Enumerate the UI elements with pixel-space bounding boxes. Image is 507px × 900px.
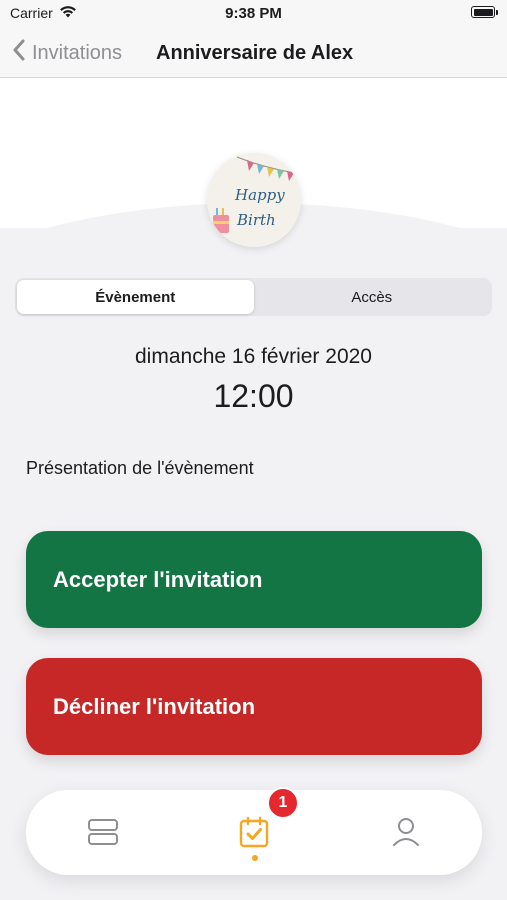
birthday-illustration: Happy Birth [207,153,301,247]
tab-events[interactable] [234,812,274,852]
battery-tip [496,10,498,15]
selected-tab-indicator [252,855,258,861]
back-button[interactable]: Invitations [12,28,122,78]
page-title: Anniversaire de Alex [156,41,354,64]
navigation-bar: Invitations Anniversaire de Alex [0,28,507,78]
battery-level [473,8,493,16]
tab-bar [26,790,482,875]
event-time: 12:00 [213,378,294,414]
battery-icon [471,6,498,18]
tab-profile[interactable] [386,812,426,852]
list-icon [88,819,118,845]
calendar-check-icon [239,816,269,848]
event-image: Happy Birth [207,153,301,247]
segment-evenement[interactable]: Évènement [17,280,254,314]
accept-button-label: Accepter l'invitation [53,566,263,592]
event-date: dimanche 16 février 2020 [135,345,372,368]
decline-invitation-button[interactable]: Décliner l'invitation [26,658,482,755]
status-bar: Carrier 9:38 PM [0,0,507,28]
chevron-left-icon [12,39,26,67]
segment-acces[interactable]: Accès [254,280,491,314]
accept-invitation-button[interactable]: Accepter l'invitation [26,531,482,628]
tab-list[interactable] [83,812,123,852]
profile-icon [393,818,419,846]
presentation-label: Présentation de l'évènement [26,458,254,478]
image-text-line2: Birth [236,211,276,229]
back-label: Invitations [32,41,123,64]
segmented-control: Évènement Accès [15,278,492,316]
image-text-line1: Happy [234,186,285,204]
decline-button-label: Décliner l'invitation [53,693,256,719]
status-time: 9:38 PM [225,5,282,22]
notification-badge: 1 [267,787,299,819]
